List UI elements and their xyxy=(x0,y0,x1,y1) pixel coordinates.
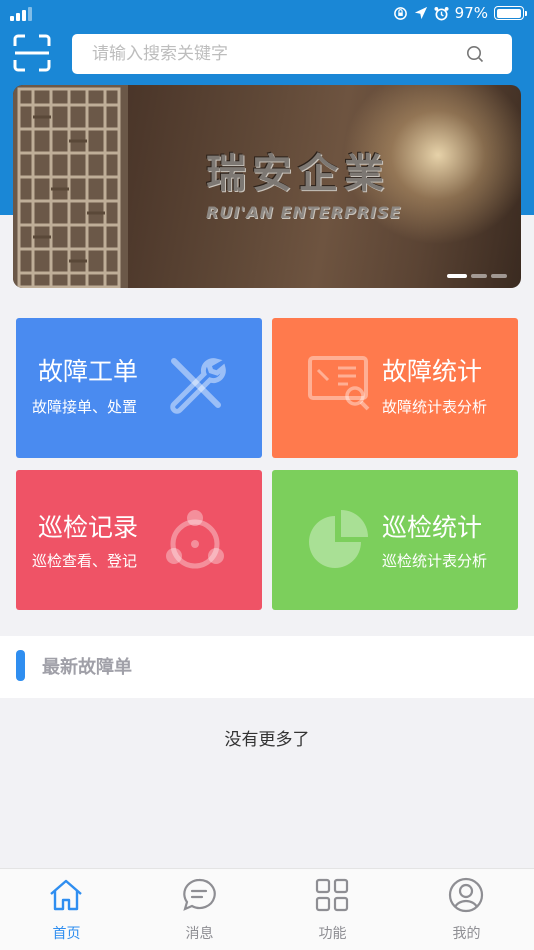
tile-inspection-statistics[interactable]: 巡检统计 巡检统计表分析 xyxy=(272,470,518,610)
search-icon[interactable] xyxy=(466,45,484,63)
banner-title-cn: 瑞安企業 xyxy=(206,150,390,197)
function-tiles: 故障工单 故障接单、处置 故障统计 故障统计表分析 巡检记录 巡检查看、登记 巡… xyxy=(0,300,534,622)
tile-subtitle: 故障统计表分析 xyxy=(382,398,488,416)
latest-fault-section-header: 最新故障单 xyxy=(0,636,534,698)
tab-functions[interactable]: 功能 xyxy=(266,869,399,950)
tile-fault-workorder[interactable]: 故障工单 故障接单、处置 xyxy=(16,318,262,458)
tab-label: 消息 xyxy=(185,926,214,942)
carousel-dot[interactable] xyxy=(491,274,507,278)
tile-fault-statistics[interactable]: 故障统计 故障统计表分析 xyxy=(272,318,518,458)
report-magnifier-icon xyxy=(308,356,370,411)
search-input[interactable] xyxy=(72,34,512,74)
battery-icon xyxy=(494,6,527,20)
grid-apps-icon xyxy=(315,878,349,912)
status-bar: 97% xyxy=(0,0,534,30)
alarm-icon xyxy=(434,6,449,20)
wrench-screwdriver-icon xyxy=(170,358,226,414)
tile-title: 巡检记录 xyxy=(38,513,139,542)
pie-chart-icon xyxy=(309,510,368,568)
inspection-network-icon xyxy=(166,510,224,569)
tab-messages[interactable]: 消息 xyxy=(133,869,266,950)
tile-subtitle: 巡检查看、登记 xyxy=(32,552,138,570)
status-right: 97% xyxy=(393,4,527,22)
tile-subtitle: 故障接单、处置 xyxy=(32,398,138,416)
battery-percentage: 97% xyxy=(454,4,488,22)
section-title: 最新故障单 xyxy=(42,657,132,678)
signal-icon xyxy=(10,7,32,21)
carousel-dot[interactable] xyxy=(447,274,467,278)
user-profile-icon xyxy=(448,877,484,913)
banner-carousel[interactable]: 瑞安企業 RUI'AN ENTERPRISE xyxy=(13,85,521,288)
section-accent-bar xyxy=(16,650,25,681)
carousel-dot[interactable] xyxy=(471,274,487,278)
message-icon xyxy=(183,878,216,911)
tab-label: 我的 xyxy=(452,926,481,942)
tab-home[interactable]: 首页 xyxy=(0,869,133,950)
tab-label: 功能 xyxy=(318,926,347,942)
tile-inspection-record[interactable]: 巡检记录 巡检查看、登记 xyxy=(16,470,262,610)
bottom-tab-bar: 首页 消息 功能 我的 xyxy=(0,868,534,950)
tile-title: 巡检统计 xyxy=(382,513,483,542)
banner-title-en: RUI'AN ENTERPRISE xyxy=(206,203,402,222)
scan-icon xyxy=(13,34,51,72)
carousel-indicator[interactable] xyxy=(447,274,507,278)
home-icon xyxy=(50,879,82,911)
tile-title: 故障工单 xyxy=(38,357,139,386)
scan-button[interactable] xyxy=(13,34,51,72)
empty-list-text: 没有更多了 xyxy=(224,730,310,750)
screen-lock-icon xyxy=(393,6,407,20)
tab-mine[interactable]: 我的 xyxy=(400,869,533,950)
location-arrow-icon xyxy=(414,6,427,20)
tile-title: 故障统计 xyxy=(382,357,483,386)
lattice-screen xyxy=(13,85,128,288)
tile-subtitle: 巡检统计表分析 xyxy=(382,552,488,570)
tab-label: 首页 xyxy=(52,926,81,942)
